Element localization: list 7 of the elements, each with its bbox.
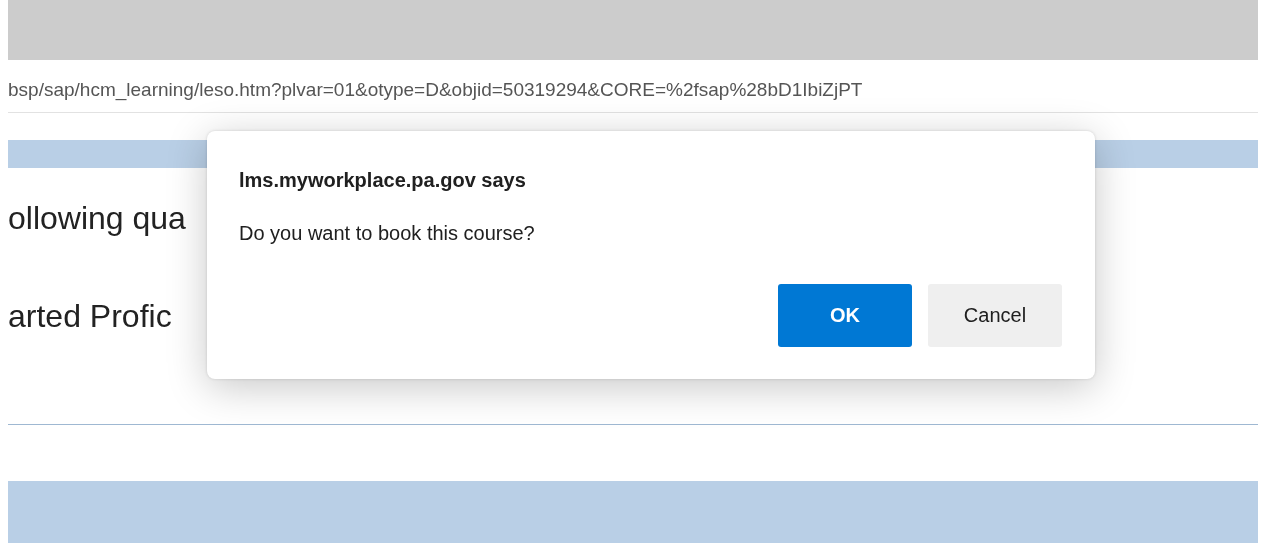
address-bar[interactable]: bsp/sap/hcm_learning/leso.htm?plvar=01&otype=D&objid=50319294&CORE=%2fsap%28bD1IbiZjPT <box>8 68 1258 113</box>
page-text: arted Profic <box>8 297 172 336</box>
dialog-message: Do you want to book this course? <box>239 222 536 245</box>
ok-button[interactable]: OK <box>778 284 912 347</box>
cancel-button[interactable]: Cancel <box>928 284 1062 347</box>
page-text: ollowing qua <box>8 199 186 238</box>
dialog-title: lms.myworkplace.pa.gov says <box>239 169 527 192</box>
